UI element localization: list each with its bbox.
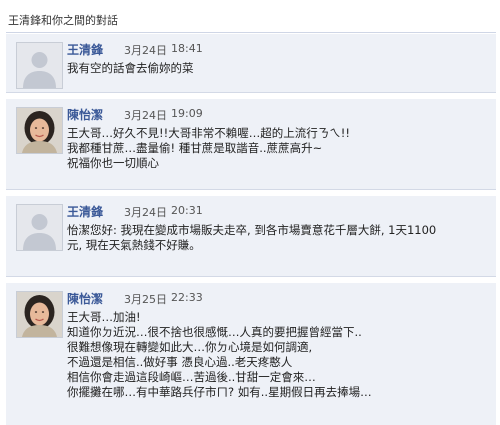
message-time: 18:41 — [171, 42, 203, 55]
conversation-title: 王清鋒和你之間的對話 — [8, 14, 118, 27]
message-line: 相信你會走過這段崎嶇…苦過後..甘甜一定會來… — [67, 370, 316, 384]
avatar-photo-icon[interactable] — [16, 107, 63, 154]
avatar-photo-icon[interactable] — [16, 291, 63, 338]
sender-name-link[interactable]: 陳怡潔 — [67, 106, 103, 123]
message-time: 19:09 — [171, 107, 203, 120]
message-line: 不過還是相信..做好事 憑良心過..老天疼憨人 — [67, 355, 293, 369]
message-time: 22:33 — [171, 291, 203, 304]
sender-name-link[interactable]: 王清鋒 — [67, 41, 103, 58]
message-body: 王大哥…好久不見!!大哥非常不賴喔…超的上流行ㄋㄟ!! 我都種甘蔗…盡量偷! 種… — [67, 126, 487, 171]
message-line: 知道你ㄉ近況…很不捨也很感慨…人真的要把握曾經當下.. — [67, 325, 362, 339]
message-thread: 王清鋒 3月24日 18:41 我有空的話會去偷妳的菜 陳怡潔 3月24日 19… — [6, 32, 496, 425]
message-item: 王清鋒 3月24日 20:31 怡潔您好: 我現在變成市場販夫走卒, 到各市場賣… — [6, 196, 496, 277]
message-line: 很難想像現在轉變如此大…你ㄉ心境是如何調適, — [67, 340, 313, 354]
message-line: 王大哥…加油! — [67, 310, 141, 324]
message-line: 我有空的話會去偷妳的菜 — [67, 61, 194, 75]
message-body: 王大哥…加油! 知道你ㄉ近況…很不捨也很感慨…人真的要把握曾經當下.. 很難想像… — [67, 310, 487, 400]
message-line: 元, 現在天氣熱錢不好賺。 — [67, 238, 201, 252]
message-item: 陳怡潔 3月24日 19:09 王大哥…好久不見!!大哥非常不賴喔…超的上流行ㄋ… — [6, 99, 496, 190]
message-line: 我都種甘蔗…盡量偷! 種甘蔗是取諧音..蔗蔗高升~ — [67, 141, 323, 155]
message-line: 王大哥…好久不見!!大哥非常不賴喔…超的上流行ㄋㄟ!! — [67, 126, 350, 140]
message-body: 怡潔您好: 我現在變成市場販夫走卒, 到各市場賣意花千層大餅, 1天1100 元… — [67, 223, 487, 253]
message-date: 3月24日 — [124, 44, 167, 57]
avatar-default-icon[interactable] — [16, 42, 63, 89]
message-item: 陳怡潔 3月25日 22:33 王大哥…加油! 知道你ㄉ近況…很不捨也很感慨…人… — [6, 283, 496, 425]
sender-name-link[interactable]: 王清鋒 — [67, 203, 103, 220]
message-date: 3月24日 — [124, 109, 167, 122]
message-time: 20:31 — [171, 204, 203, 217]
message-date: 3月24日 — [124, 206, 167, 219]
message-line: 怡潔您好: 我現在變成市場販夫走卒, 到各市場賣意花千層大餅, 1天1100 — [67, 223, 437, 237]
avatar-default-icon[interactable] — [16, 204, 63, 251]
message-date: 3月25日 — [124, 293, 167, 306]
message-body: 我有空的話會去偷妳的菜 — [67, 61, 487, 76]
message-line: 祝福你也一切順心 — [67, 156, 159, 170]
message-item: 王清鋒 3月24日 18:41 我有空的話會去偷妳的菜 — [6, 34, 496, 93]
sender-name-link[interactable]: 陳怡潔 — [67, 290, 103, 307]
message-line: 你擺攤在哪…有中華路兵仔市ㄇ? 如有..星期假日再去捧場… — [67, 385, 372, 399]
